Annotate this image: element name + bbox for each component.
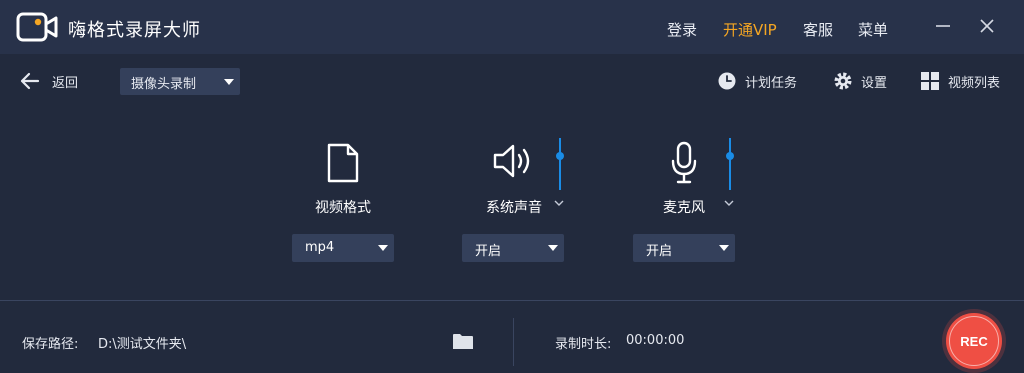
duration-label: 录制时长: <box>555 337 612 352</box>
video-list-button[interactable]: 视频列表 <box>920 70 1000 92</box>
video-format-value: mp4 <box>305 240 335 255</box>
volume-track <box>729 138 731 190</box>
microphone-value: 开启 <box>646 244 673 259</box>
minimize-icon[interactable] <box>933 16 953 36</box>
rec-button[interactable]: REC <box>946 313 1002 369</box>
file-icon <box>327 143 359 183</box>
menu-link[interactable]: 菜单 <box>858 19 888 40</box>
caret-down-icon <box>378 245 388 251</box>
record-mode-select[interactable]: 摄像头录制 <box>120 68 240 95</box>
clock-icon <box>718 72 736 90</box>
folder-icon[interactable] <box>452 333 474 350</box>
microphone-label: 麦克风 <box>663 200 705 216</box>
video-list-label: 视频列表 <box>948 75 1001 91</box>
settings-label: 设置 <box>861 75 888 91</box>
chevron-down-icon[interactable] <box>553 198 565 208</box>
caret-down-icon <box>719 245 729 251</box>
settings-button[interactable]: 设置 <box>833 70 887 92</box>
speaker-icon <box>493 144 530 178</box>
schedule-task-button[interactable]: 计划任务 <box>717 70 797 92</box>
caret-down-icon <box>548 245 558 251</box>
system-audio-select[interactable]: 开启 <box>462 234 564 262</box>
microphone-volume-slider[interactable] <box>724 138 736 190</box>
title-bar: 嗨格式录屏大师 登录 开通VIP 客服 菜单 <box>0 0 1024 54</box>
record-mode-value: 摄像头录制 <box>131 77 197 92</box>
customer-service-link[interactable]: 客服 <box>803 19 833 40</box>
duration-value: 00:00:00 <box>626 333 685 348</box>
back-button[interactable]: 返回 <box>20 70 78 92</box>
camera-logo-icon <box>16 12 58 42</box>
arrow-left-icon <box>20 72 40 90</box>
chevron-down-icon[interactable] <box>723 198 735 208</box>
gear-icon <box>834 72 852 90</box>
system-audio-label: 系统声音 <box>486 200 542 216</box>
close-icon[interactable] <box>977 16 997 36</box>
schedule-task-label: 计划任务 <box>745 75 798 91</box>
footer-vertical-divider <box>513 318 514 366</box>
microphone-icon <box>671 141 697 184</box>
video-format-label: 视频格式 <box>315 200 371 216</box>
microphone-select[interactable]: 开启 <box>633 234 735 262</box>
rec-label: REC <box>960 333 988 349</box>
system-audio-volume-slider[interactable] <box>554 138 566 190</box>
save-path-value: D:\测试文件夹\ <box>98 337 187 352</box>
grid-icon <box>921 72 939 90</box>
volume-track <box>559 138 561 190</box>
volume-knob[interactable] <box>556 151 564 160</box>
back-label: 返回 <box>52 75 79 91</box>
footer-divider <box>0 300 1024 301</box>
vip-link[interactable]: 开通VIP <box>723 19 777 40</box>
volume-knob[interactable] <box>726 151 734 160</box>
save-path-label: 保存路径: <box>22 337 79 352</box>
caret-down-icon <box>224 79 234 85</box>
rec-button-ring: REC <box>949 316 999 366</box>
system-audio-value: 开启 <box>475 244 502 259</box>
video-format-select[interactable]: mp4 <box>292 234 394 262</box>
login-link[interactable]: 登录 <box>667 19 697 40</box>
app-title: 嗨格式录屏大师 <box>68 20 201 41</box>
